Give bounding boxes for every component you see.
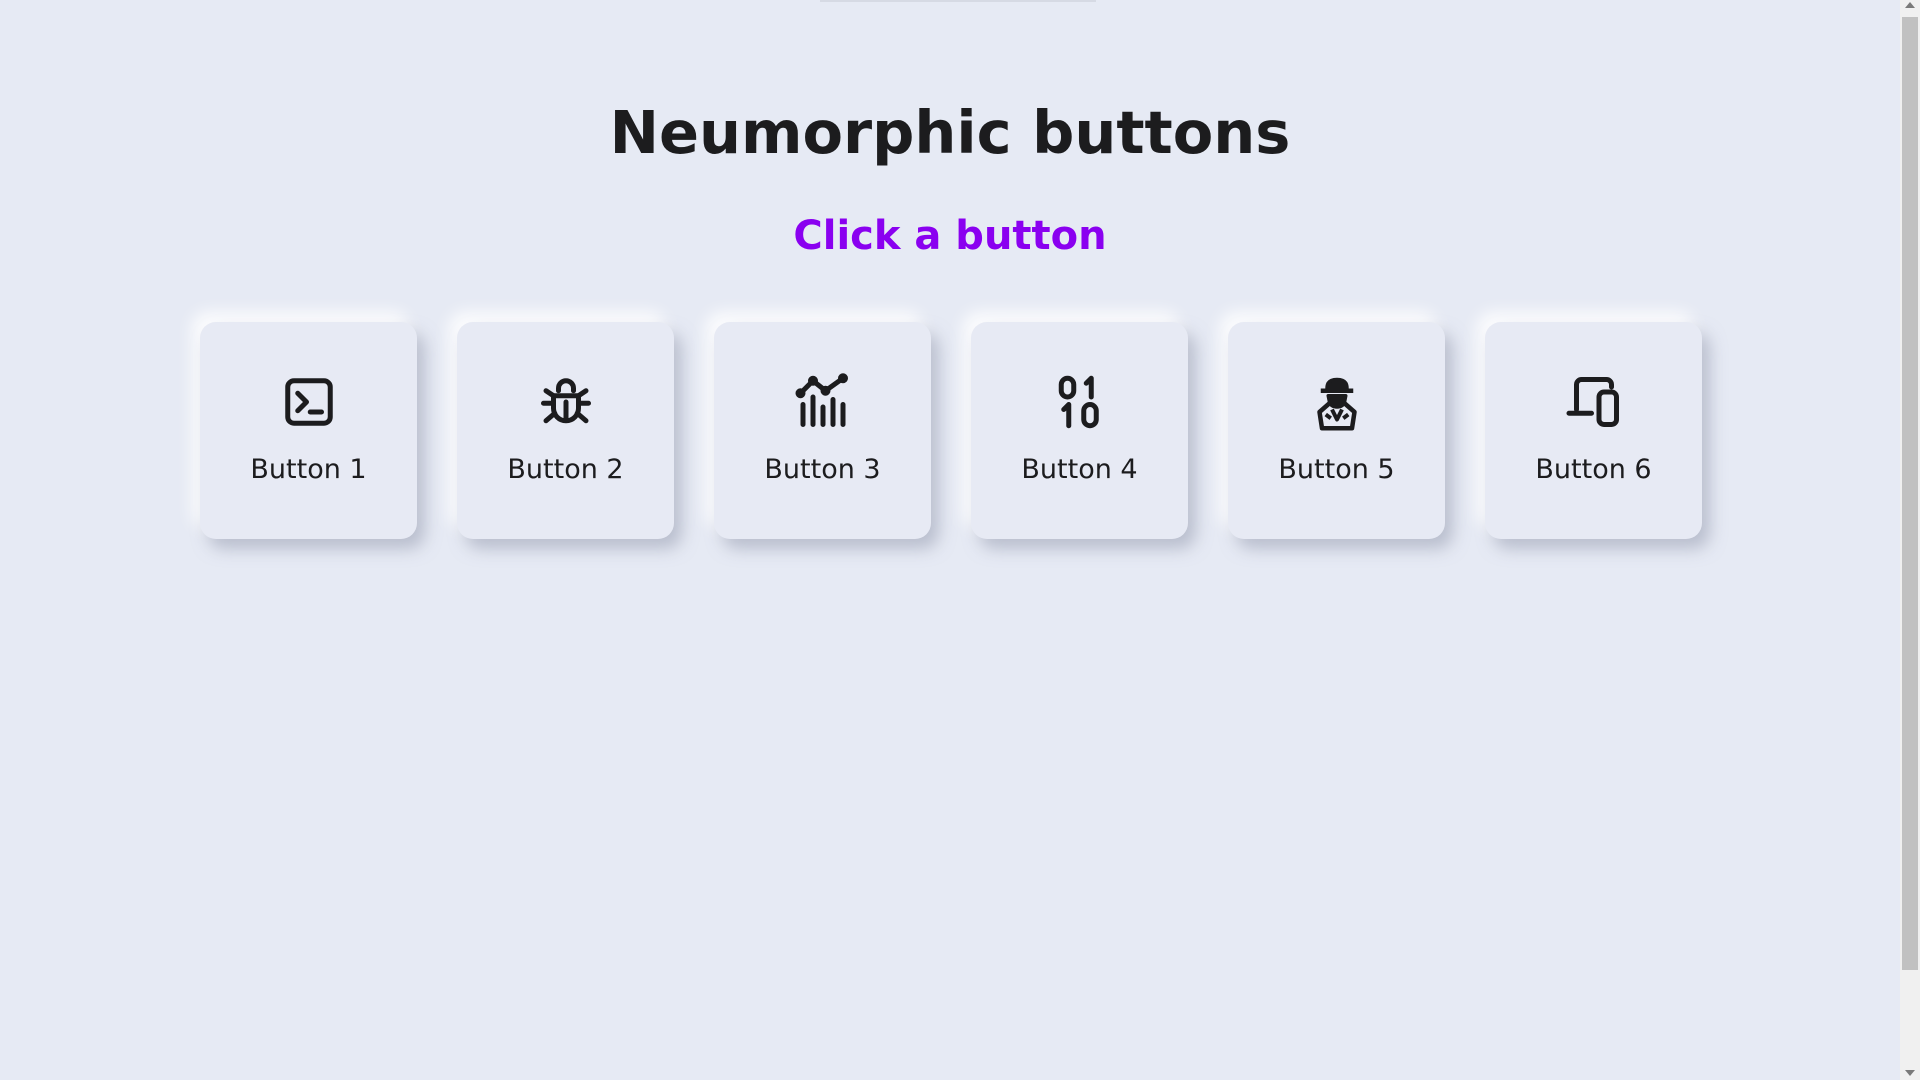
spy-icon (1307, 372, 1367, 432)
button-label: Button 1 (250, 454, 367, 485)
button-2[interactable]: Button 2 (457, 322, 674, 539)
vertical-scrollbar[interactable] (1900, 0, 1920, 1080)
button-5[interactable]: Button 5 (1228, 322, 1445, 539)
page: Neumorphic buttons Click a button Button… (0, 0, 1920, 1080)
scroll-thumb[interactable] (1902, 17, 1918, 970)
button-row: Button 1 Button 2 Button 3 Button 4 Butt… (200, 322, 1702, 539)
button-3[interactable]: Button 3 (714, 322, 931, 539)
button-1[interactable]: Button 1 (200, 322, 417, 539)
devices-icon (1564, 372, 1624, 432)
button-label: Button 2 (507, 454, 624, 485)
button-label: Button 3 (764, 454, 881, 485)
button-6[interactable]: Button 6 (1485, 322, 1702, 539)
top-strip (820, 0, 1096, 2)
button-label: Button 4 (1021, 454, 1138, 485)
terminal-icon (279, 372, 339, 432)
chart-line-icon (793, 372, 853, 432)
bug-icon (536, 372, 596, 432)
scroll-down-arrow-icon[interactable] (1905, 1070, 1915, 1076)
scroll-up-arrow-icon[interactable] (1905, 2, 1915, 8)
button-label: Button 6 (1535, 454, 1652, 485)
status-message: Click a button (793, 213, 1107, 259)
binary-icon (1050, 372, 1110, 432)
button-label: Button 5 (1278, 454, 1395, 485)
button-4[interactable]: Button 4 (971, 322, 1188, 539)
page-title: Neumorphic buttons (609, 98, 1291, 167)
